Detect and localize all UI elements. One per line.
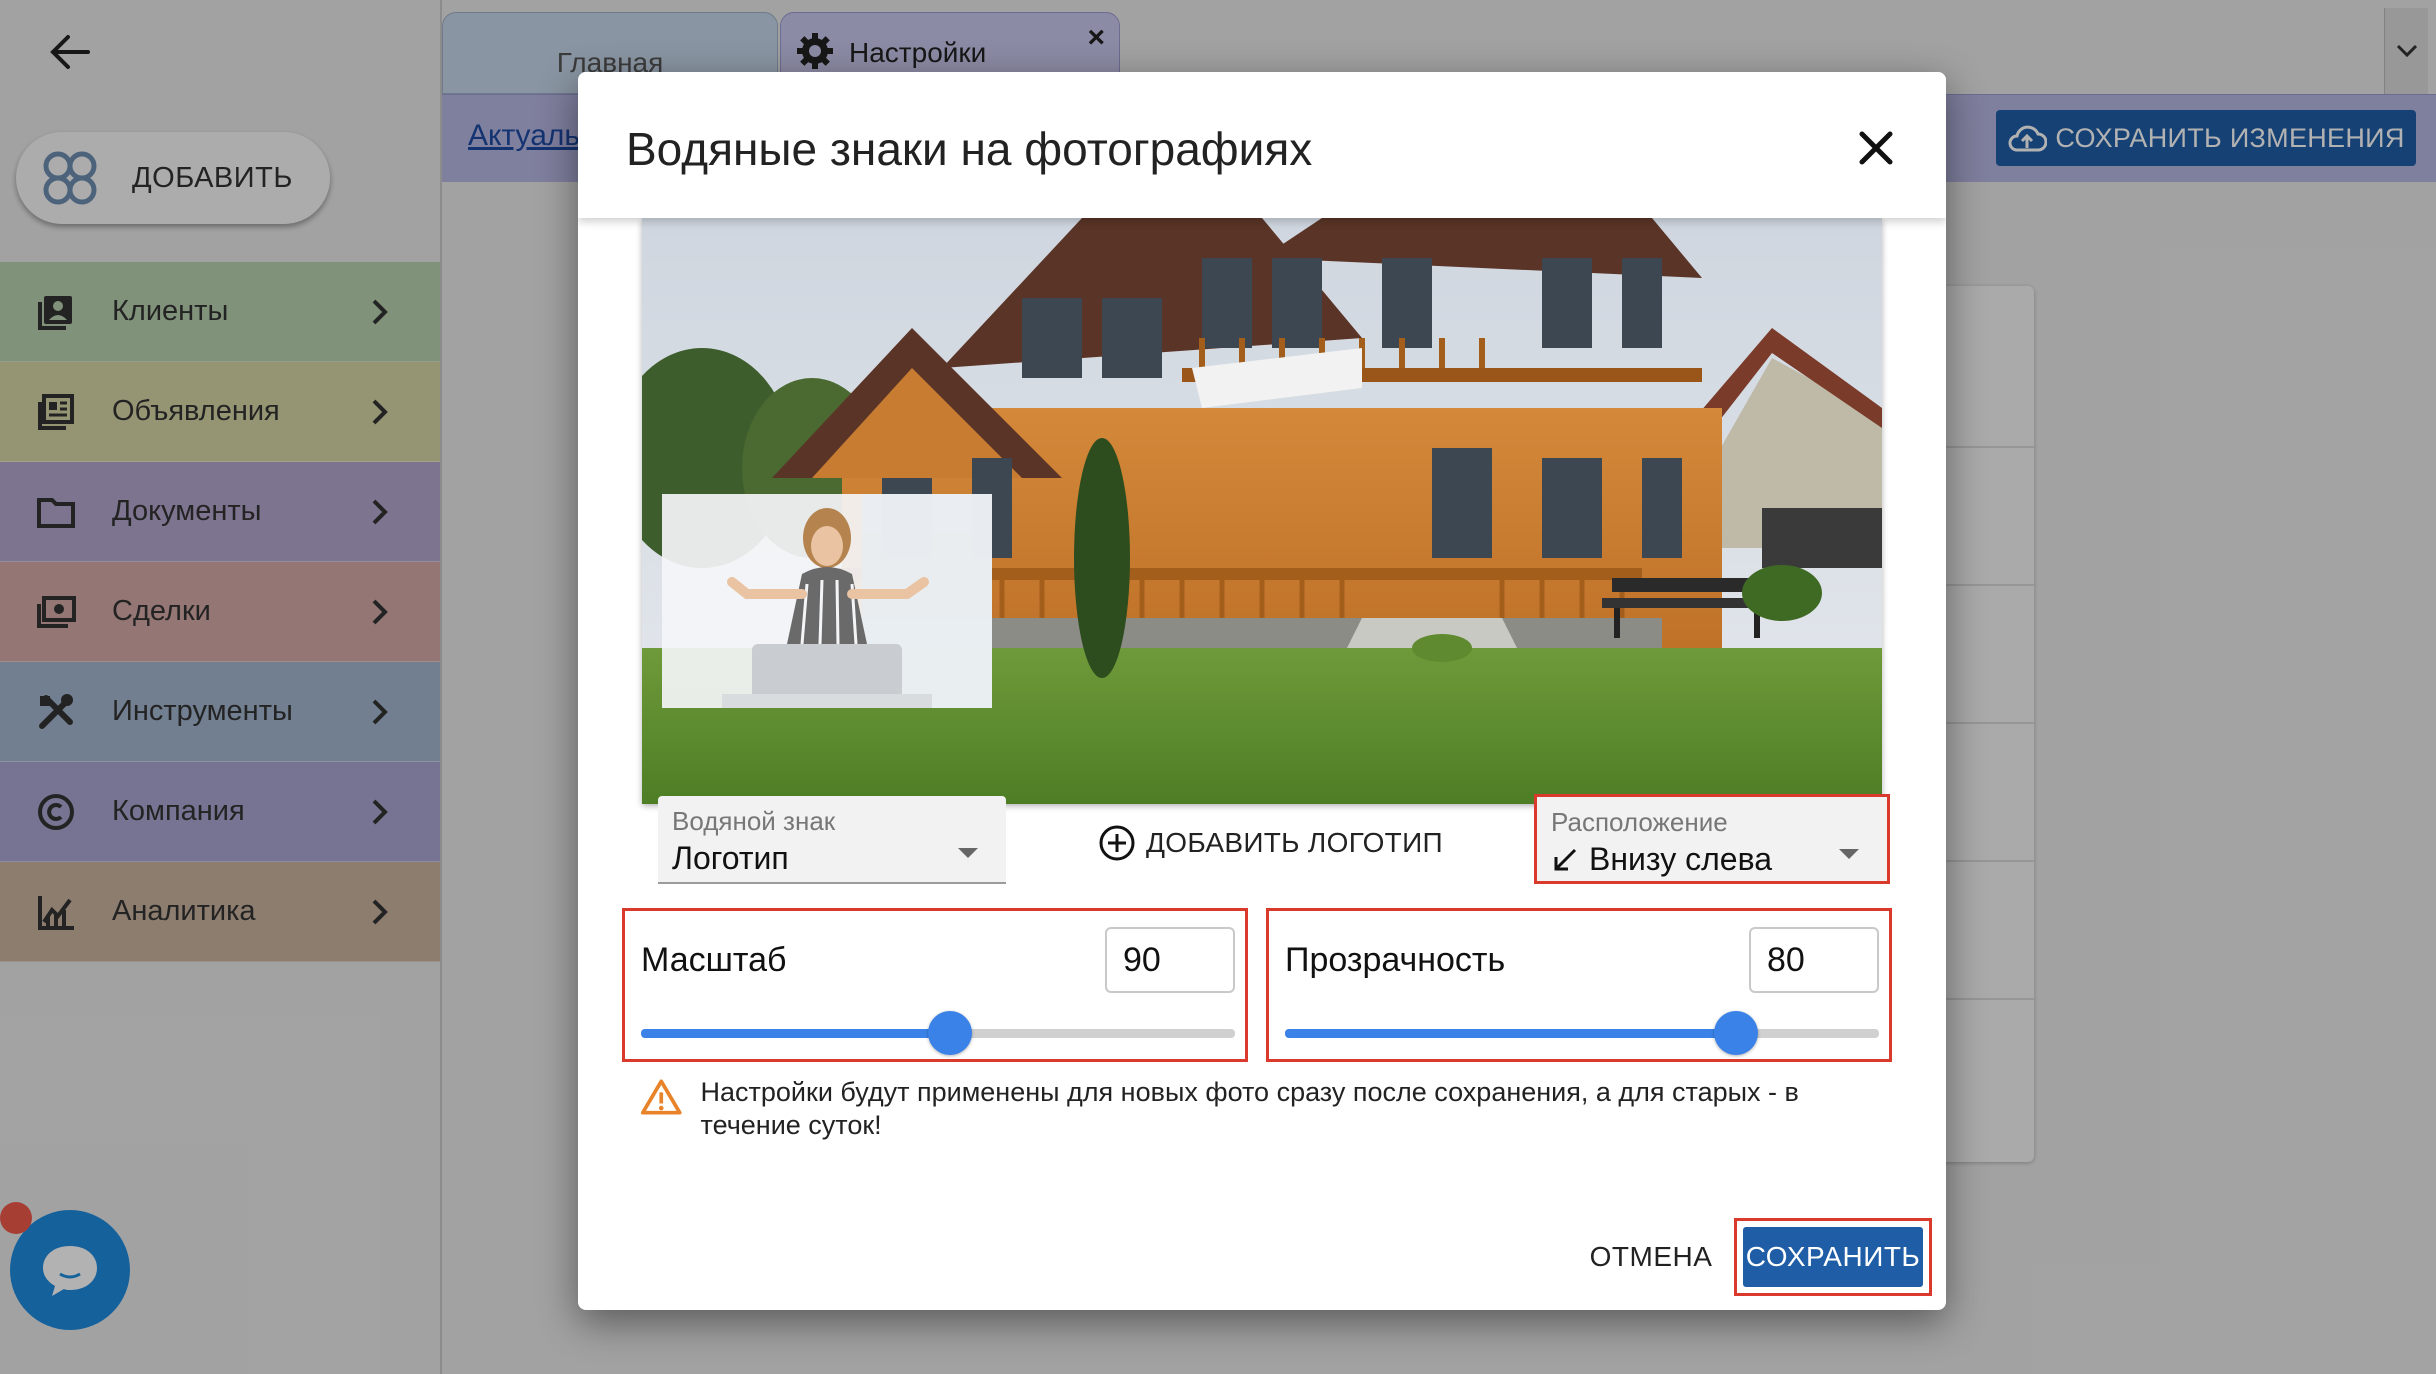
close-icon[interactable]: [1856, 128, 1896, 168]
add-circle-icon: [1099, 825, 1135, 861]
scale-label: Масштаб: [641, 941, 787, 979]
opacity-control: Прозрачность 80: [1266, 908, 1892, 1062]
info-notice: Настройки будут применены для новых фото…: [640, 1076, 1890, 1142]
dialog-header: Водяные знаки на фотографиях: [578, 72, 1946, 218]
opacity-label: Прозрачность: [1285, 941, 1506, 979]
add-logo-button[interactable]: ДОБАВИТЬ ЛОГОТИП: [1098, 818, 1443, 868]
dialog-title: Водяные знаки на фотографиях: [626, 123, 1313, 175]
position-label: Расположение: [1551, 807, 1728, 837]
arrow-down-left-icon: [1554, 848, 1577, 870]
scale-input[interactable]: 90: [1105, 927, 1235, 993]
watermark-preview-image: [642, 218, 1882, 804]
watermark-type-value: Логотип: [672, 840, 789, 876]
scale-slider-track[interactable]: [641, 1011, 1235, 1055]
scale-slider-thumb[interactable]: [927, 1011, 972, 1055]
opacity-slider-thumb[interactable]: [1714, 1011, 1759, 1055]
watermark-type-select[interactable]: Водяной знак Логотип: [658, 796, 1006, 884]
warning-icon: [640, 1079, 682, 1115]
notice-text: Настройки будут применены для новых фото…: [700, 1077, 1799, 1140]
watermark-logo-image: [662, 494, 992, 708]
watermark-type-label: Водяной знак: [672, 806, 836, 836]
position-value-wrap: Внизу слева: [1551, 841, 1772, 878]
scale-control: Масштаб 90: [622, 908, 1248, 1062]
save-button-highlight: СОХРАНИТЬ: [1734, 1218, 1932, 1296]
opacity-slider-track[interactable]: [1285, 1011, 1879, 1055]
watermark-dialog: Водяные знаки на фотографиях Водяной зна…: [578, 72, 1946, 1310]
opacity-input[interactable]: 80: [1749, 927, 1879, 993]
cancel-button[interactable]: ОТМЕНА: [1556, 1228, 1746, 1286]
opacity-slider-fill: [1285, 1029, 1737, 1038]
save-button[interactable]: СОХРАНИТЬ: [1743, 1227, 1923, 1287]
scale-slider-fill: [641, 1029, 950, 1038]
position-value: Внизу слева: [1589, 841, 1772, 877]
add-logo-label: ДОБАВИТЬ ЛОГОТИП: [1146, 827, 1443, 858]
dropdown-arrow-icon: [958, 848, 978, 858]
position-select[interactable]: Расположение Внизу слева: [1534, 794, 1890, 884]
dropdown-arrow-icon: [1839, 849, 1859, 859]
